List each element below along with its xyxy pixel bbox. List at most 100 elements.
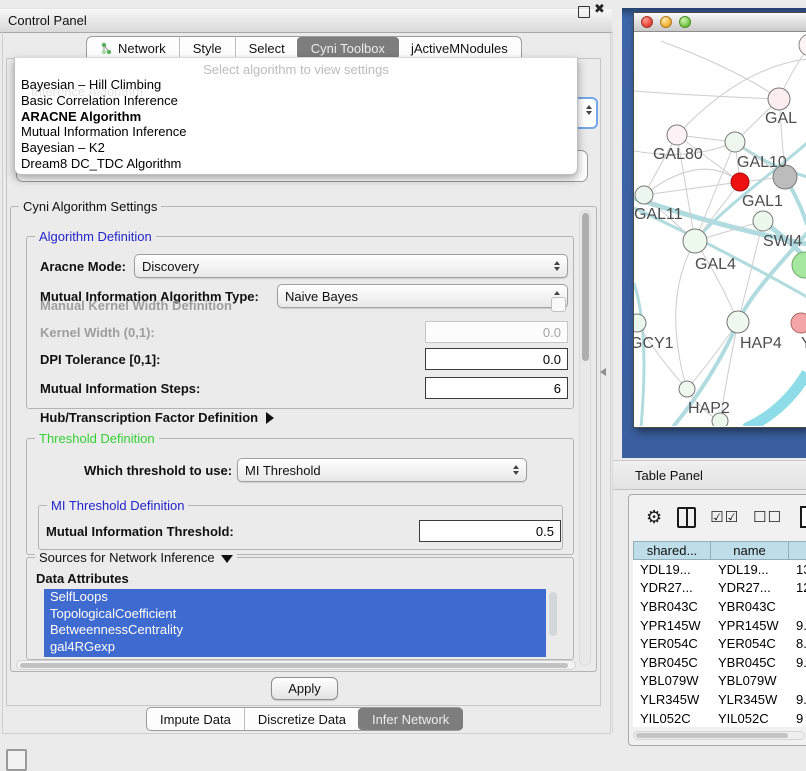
table-cell[interactable]: YBR045C [711,653,789,672]
column-header[interactable] [789,541,806,560]
aracne-mode-combo[interactable]: Discovery [134,254,568,278]
table-cell[interactable]: YDR27... [711,579,789,598]
settings-horizontal-scrollbar[interactable] [16,660,576,670]
mi-steps-field[interactable]: 6 [425,377,568,399]
window-minimize-button[interactable] [660,16,672,28]
table-cell[interactable]: YBL079W [633,672,711,691]
document-icon[interactable] [800,506,806,528]
tab-infer-network[interactable]: Infer Network [358,708,463,730]
table-row[interactable]: YBR045CYBR045C9. [633,653,806,672]
table-cell[interactable]: YLR345W [633,690,711,709]
table-row[interactable]: YLR345WYLR345W9. [633,690,806,709]
table-cell[interactable] [789,597,806,616]
tab-style[interactable]: Style [179,37,235,59]
table-cell[interactable]: YBL079W [711,672,789,691]
network-node-gal10[interactable] [725,132,745,152]
table-cell[interactable]: YBR045C [633,653,711,672]
table-row[interactable]: YPR145WYPR145W9. [633,616,806,635]
table-cell[interactable]: 9 [789,709,806,728]
tab-cyni-toolbox[interactable]: Cyni Toolbox [297,37,399,59]
column-header[interactable]: name [711,541,789,560]
tab-impute-data[interactable]: Impute Data [147,708,244,730]
gear-icon[interactable]: ⚙ [646,507,662,528]
mi-type-combo[interactable]: Naive Bayes [277,284,568,308]
close-icon[interactable]: ✖ [594,1,605,17]
table-horizontal-scrollbar[interactable] [633,731,805,740]
dpi-tolerance-field[interactable]: 0.0 [425,348,568,370]
tab-network[interactable]: Network [87,37,179,59]
window-zoom-button[interactable] [679,16,691,28]
table-cell[interactable] [789,672,806,691]
network-node-swi4[interactable] [753,211,773,231]
settings-scrollbar-thumb[interactable] [582,213,589,361]
table-cell[interactable]: YER054C [711,634,789,653]
network-node[interactable] [792,252,806,278]
table-row[interactable]: YDL19...YDL19...13 [633,560,806,579]
tab-discretize-data[interactable]: Discretize Data [244,708,359,730]
network-node-gcy1[interactable] [634,314,646,332]
select-all-checkboxes-icon[interactable]: ☑☑ [710,508,739,526]
minimized-panel-icon[interactable] [6,749,27,771]
table-cell[interactable]: YIL052C [711,709,789,728]
dropdown-item[interactable]: Mutual Information Inference [19,124,573,140]
table-cell[interactable]: YDL19... [633,560,711,579]
kernel-width-field[interactable]: 0.0 [425,321,568,343]
data-attributes-list[interactable]: SelfLoopsTopologicalCoefficientBetweenne… [44,589,546,657]
table-cell[interactable]: YIL052C [633,709,711,728]
table-cell[interactable]: 9. [789,616,806,635]
network-node-hap4[interactable] [727,311,749,333]
which-threshold-combo[interactable]: MI Threshold [237,458,527,482]
table-cell[interactable]: YDR27... [633,579,711,598]
attribute-item[interactable]: BetweennessCentrality [44,622,546,639]
network-node-gal1[interactable] [731,173,749,191]
dropdown-item[interactable]: ARACNE Algorithm [19,109,573,125]
column-header[interactable]: shared... [633,541,711,560]
sources-group-title[interactable]: Sources for Network Inference [35,550,237,565]
table-cell[interactable]: YPR145W [711,616,789,635]
table-cell[interactable]: YLR345W [711,690,789,709]
table-cell[interactable]: YPR145W [633,616,711,635]
attribute-item[interactable]: gal4RGexp [44,639,546,656]
dropdown-item[interactable]: Dream8 DC_TDC Algorithm [19,156,573,172]
table-cell[interactable]: YER054C [633,634,711,653]
settings-scrollbar[interactable] [579,210,591,666]
float-window-icon[interactable] [578,6,590,18]
tab-jactivemnodules[interactable]: jActiveMNodules [398,37,521,59]
table-cell[interactable]: 8. [789,634,806,653]
deselect-all-checkboxes-icon[interactable]: ☐☐ [753,508,782,526]
dropdown-item[interactable]: Bayesian – K2 [19,140,573,156]
network-node[interactable] [799,34,806,56]
network-window-titlebar[interactable] [634,13,806,32]
table-cell[interactable]: 13 [789,560,806,579]
table-row[interactable]: YDR27...YDR27...12 [633,579,806,598]
table-cell[interactable]: 12 [789,579,806,598]
dropdown-item[interactable]: Basic Correlation Inference [19,93,573,109]
attributes-scrollbar-thumb[interactable] [549,592,557,636]
network-node-gal[interactable] [768,88,790,110]
window-close-button[interactable] [641,16,653,28]
table-cell[interactable]: YBR043C [633,597,711,616]
tab-select[interactable]: Select [235,37,298,59]
table-cell[interactable]: 9. [789,690,806,709]
apply-button[interactable]: Apply [271,677,338,700]
network-node-gal11[interactable] [635,186,653,204]
dropdown-item[interactable]: Bayesian – Hill Climbing [19,77,573,93]
table-horizontal-scrollbar-thumb[interactable] [636,733,788,738]
table-row[interactable]: YIL052CYIL052C9 [633,709,806,728]
mi-threshold-field[interactable]: 0.5 [419,520,561,542]
network-node-gal80[interactable] [667,125,687,145]
columns-icon[interactable] [677,507,696,528]
network-node-hap2[interactable] [679,381,695,397]
network-node-y[interactable] [791,313,806,333]
hub-definition-toggle[interactable]: Hub/Transcription Factor Definition [40,410,274,425]
table-cell[interactable]: YBR043C [711,597,789,616]
network-node-gal4[interactable] [683,229,707,253]
table-row[interactable]: YBL079WYBL079W [633,672,806,691]
attribute-item[interactable]: SelfLoops [44,589,546,606]
table-cell[interactable]: 9. [789,653,806,672]
table-cell[interactable]: YDL19... [711,560,789,579]
settings-horizontal-scrollbar-thumb[interactable] [20,663,568,669]
network-canvas[interactable]: GALGAL80GAL10GAL1GAL11SWI4GAL4GCY1HAP4YH… [634,32,806,426]
splitter-collapse-icon[interactable] [600,368,606,376]
manual-kernel-checkbox[interactable] [551,297,566,312]
